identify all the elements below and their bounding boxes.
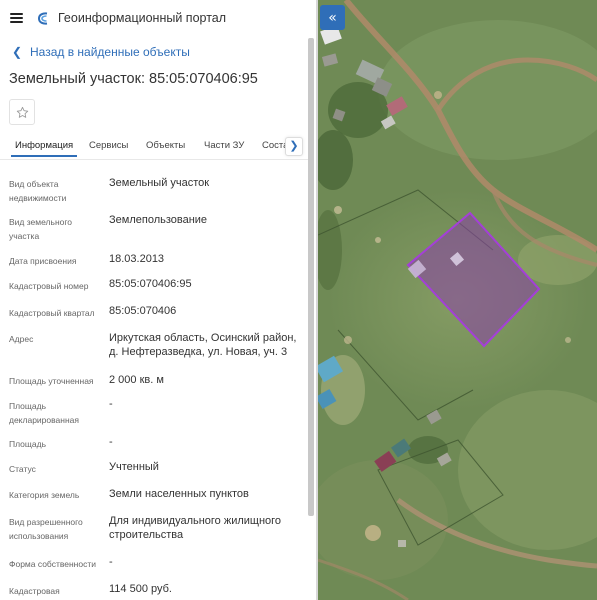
- attr-value: Для индивидуального жилищного строительс…: [109, 515, 282, 541]
- tab-parts[interactable]: Части ЗУ: [204, 140, 244, 151]
- attr-value: Иркутская область, Осинский район, д. Не…: [109, 332, 297, 358]
- attr-value: 18.03.2013: [109, 253, 165, 265]
- tab-services[interactable]: Сервисы: [89, 140, 128, 151]
- panel-scrollbar[interactable]: [308, 38, 314, 516]
- star-outline-icon: [16, 106, 28, 118]
- attr-label: Категория земель: [9, 490, 80, 500]
- attr-label: Вид земельного участка: [9, 217, 73, 241]
- tab-bar: Информация Сервисы Объекты Части ЗУ Сост…: [0, 134, 310, 160]
- attr-label: Дата присвоения: [9, 256, 77, 266]
- tabs-next-button[interactable]: ❯: [285, 137, 303, 156]
- hamburger-icon[interactable]: [10, 13, 23, 23]
- attr-value: -: [109, 398, 113, 410]
- favorite-button[interactable]: [9, 99, 35, 125]
- attr-label: Статус: [9, 464, 36, 474]
- attr-label: Вид объекта недвижимости: [9, 179, 67, 203]
- info-panel: Геоинформационный портал ❮ Назад в найде…: [0, 0, 317, 600]
- attr-value: 2 000 кв. м: [109, 374, 164, 386]
- attr-value: 85:05:070406:95: [109, 278, 192, 290]
- attr-value: Землепользование: [109, 214, 208, 226]
- attr-value: Земли населенных пунктов: [109, 488, 249, 500]
- attr-value: Земельный участок: [109, 177, 210, 189]
- collapse-panel-button[interactable]: «: [320, 5, 345, 30]
- page-title: Земельный участок: 85:05:070406:95: [9, 71, 258, 87]
- attr-label: Площадь уточненная: [9, 376, 94, 386]
- back-link-label: Назад в найденные объекты: [30, 45, 190, 59]
- back-link[interactable]: ❮ Назад в найденные объекты: [12, 45, 190, 59]
- attr-label: Адрес: [9, 334, 34, 344]
- attr-value: 85:05:070406: [109, 305, 177, 317]
- attr-label: Кадастровый квартал: [9, 308, 95, 318]
- attr-label: Площадь: [9, 439, 47, 449]
- attr-label: Площадь декларированная: [9, 401, 79, 425]
- satellite-map[interactable]: [318, 0, 597, 600]
- attr-label: Кадастровый номер: [9, 281, 89, 291]
- chevron-left-icon: ❮: [12, 45, 23, 59]
- top-bar: Геоинформационный портал: [0, 0, 317, 38]
- attr-label: Вид разрешенного использования: [9, 517, 83, 541]
- map-canvas[interactable]: [318, 0, 597, 600]
- attr-value: 114 500 руб.: [109, 583, 172, 595]
- attr-label: Форма собственности: [9, 559, 96, 569]
- attr-label: Кадастровая: [9, 586, 60, 596]
- app-title: Геоинформационный портал: [58, 11, 227, 25]
- double-chevron-left-icon: «: [328, 9, 337, 26]
- tab-objects[interactable]: Объекты: [146, 140, 185, 151]
- attr-value: -: [109, 436, 113, 448]
- tab-info[interactable]: Информация: [10, 140, 78, 157]
- attr-value: Учтенный: [109, 461, 159, 473]
- attr-value: -: [109, 556, 113, 568]
- portal-logo-icon: [37, 12, 48, 25]
- chevron-right-icon: ❯: [289, 140, 299, 152]
